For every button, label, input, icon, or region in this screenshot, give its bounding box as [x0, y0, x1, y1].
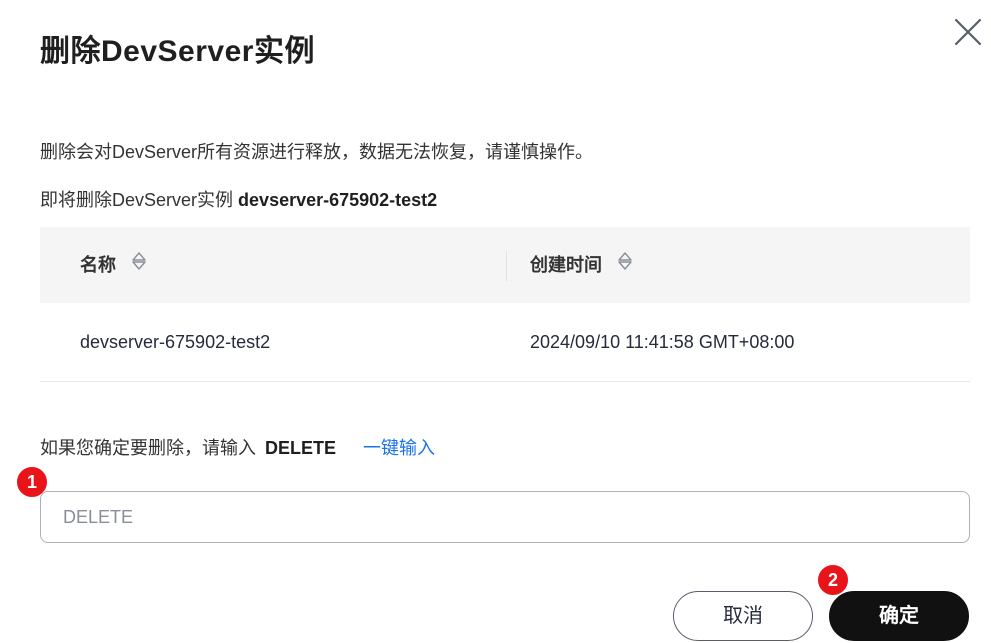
- cell-instance-name: devserver-675902-test2: [80, 332, 271, 352]
- column-divider[interactable]: [506, 251, 507, 281]
- close-icon[interactable]: [952, 16, 984, 48]
- target-prefix: 即将删除DevServer实例: [40, 190, 234, 210]
- table-header: 名称 创建时间: [40, 227, 970, 303]
- column-header-created-time[interactable]: 创建时间: [530, 227, 633, 303]
- column-header-name-label: 名称: [80, 255, 116, 275]
- sort-icon[interactable]: [131, 227, 147, 303]
- delete-confirm-input[interactable]: [40, 491, 970, 543]
- target-instance-name: devserver-675902-test2: [238, 190, 438, 210]
- confirm-prompt-text: 如果您确定要删除，请输入: [40, 438, 256, 458]
- quick-fill-link[interactable]: 一键输入: [363, 438, 435, 458]
- instance-table: 名称 创建时间 devserver-675902-test2 2024/09/1…: [40, 227, 970, 382]
- dialog-title: 删除DevServer实例: [40, 35, 315, 68]
- delete-devserver-dialog: 删除DevServer实例 删除会对DevServer所有资源进行释放，数据无法…: [0, 0, 991, 643]
- confirm-keyword: DELETE: [265, 438, 337, 458]
- sort-icon[interactable]: [617, 227, 633, 303]
- column-header-name[interactable]: 名称: [80, 227, 147, 303]
- confirm-prompt: 如果您确定要删除，请输入 DELETE 一键输入: [40, 434, 435, 460]
- step-badge-2: 2: [817, 564, 849, 596]
- warning-message: 删除会对DevServer所有资源进行释放，数据无法恢复，请谨慎操作。: [40, 142, 594, 162]
- column-header-created-time-label: 创建时间: [530, 255, 602, 275]
- cell-created-time: 2024/09/10 11:41:58 GMT+08:00: [530, 332, 795, 352]
- target-instance-line: 即将删除DevServer实例 devserver-675902-test2: [40, 186, 437, 212]
- table-row: devserver-675902-test2 2024/09/10 11:41:…: [40, 303, 970, 382]
- confirm-button[interactable]: 确定: [829, 591, 969, 641]
- cancel-button[interactable]: 取消: [673, 591, 813, 641]
